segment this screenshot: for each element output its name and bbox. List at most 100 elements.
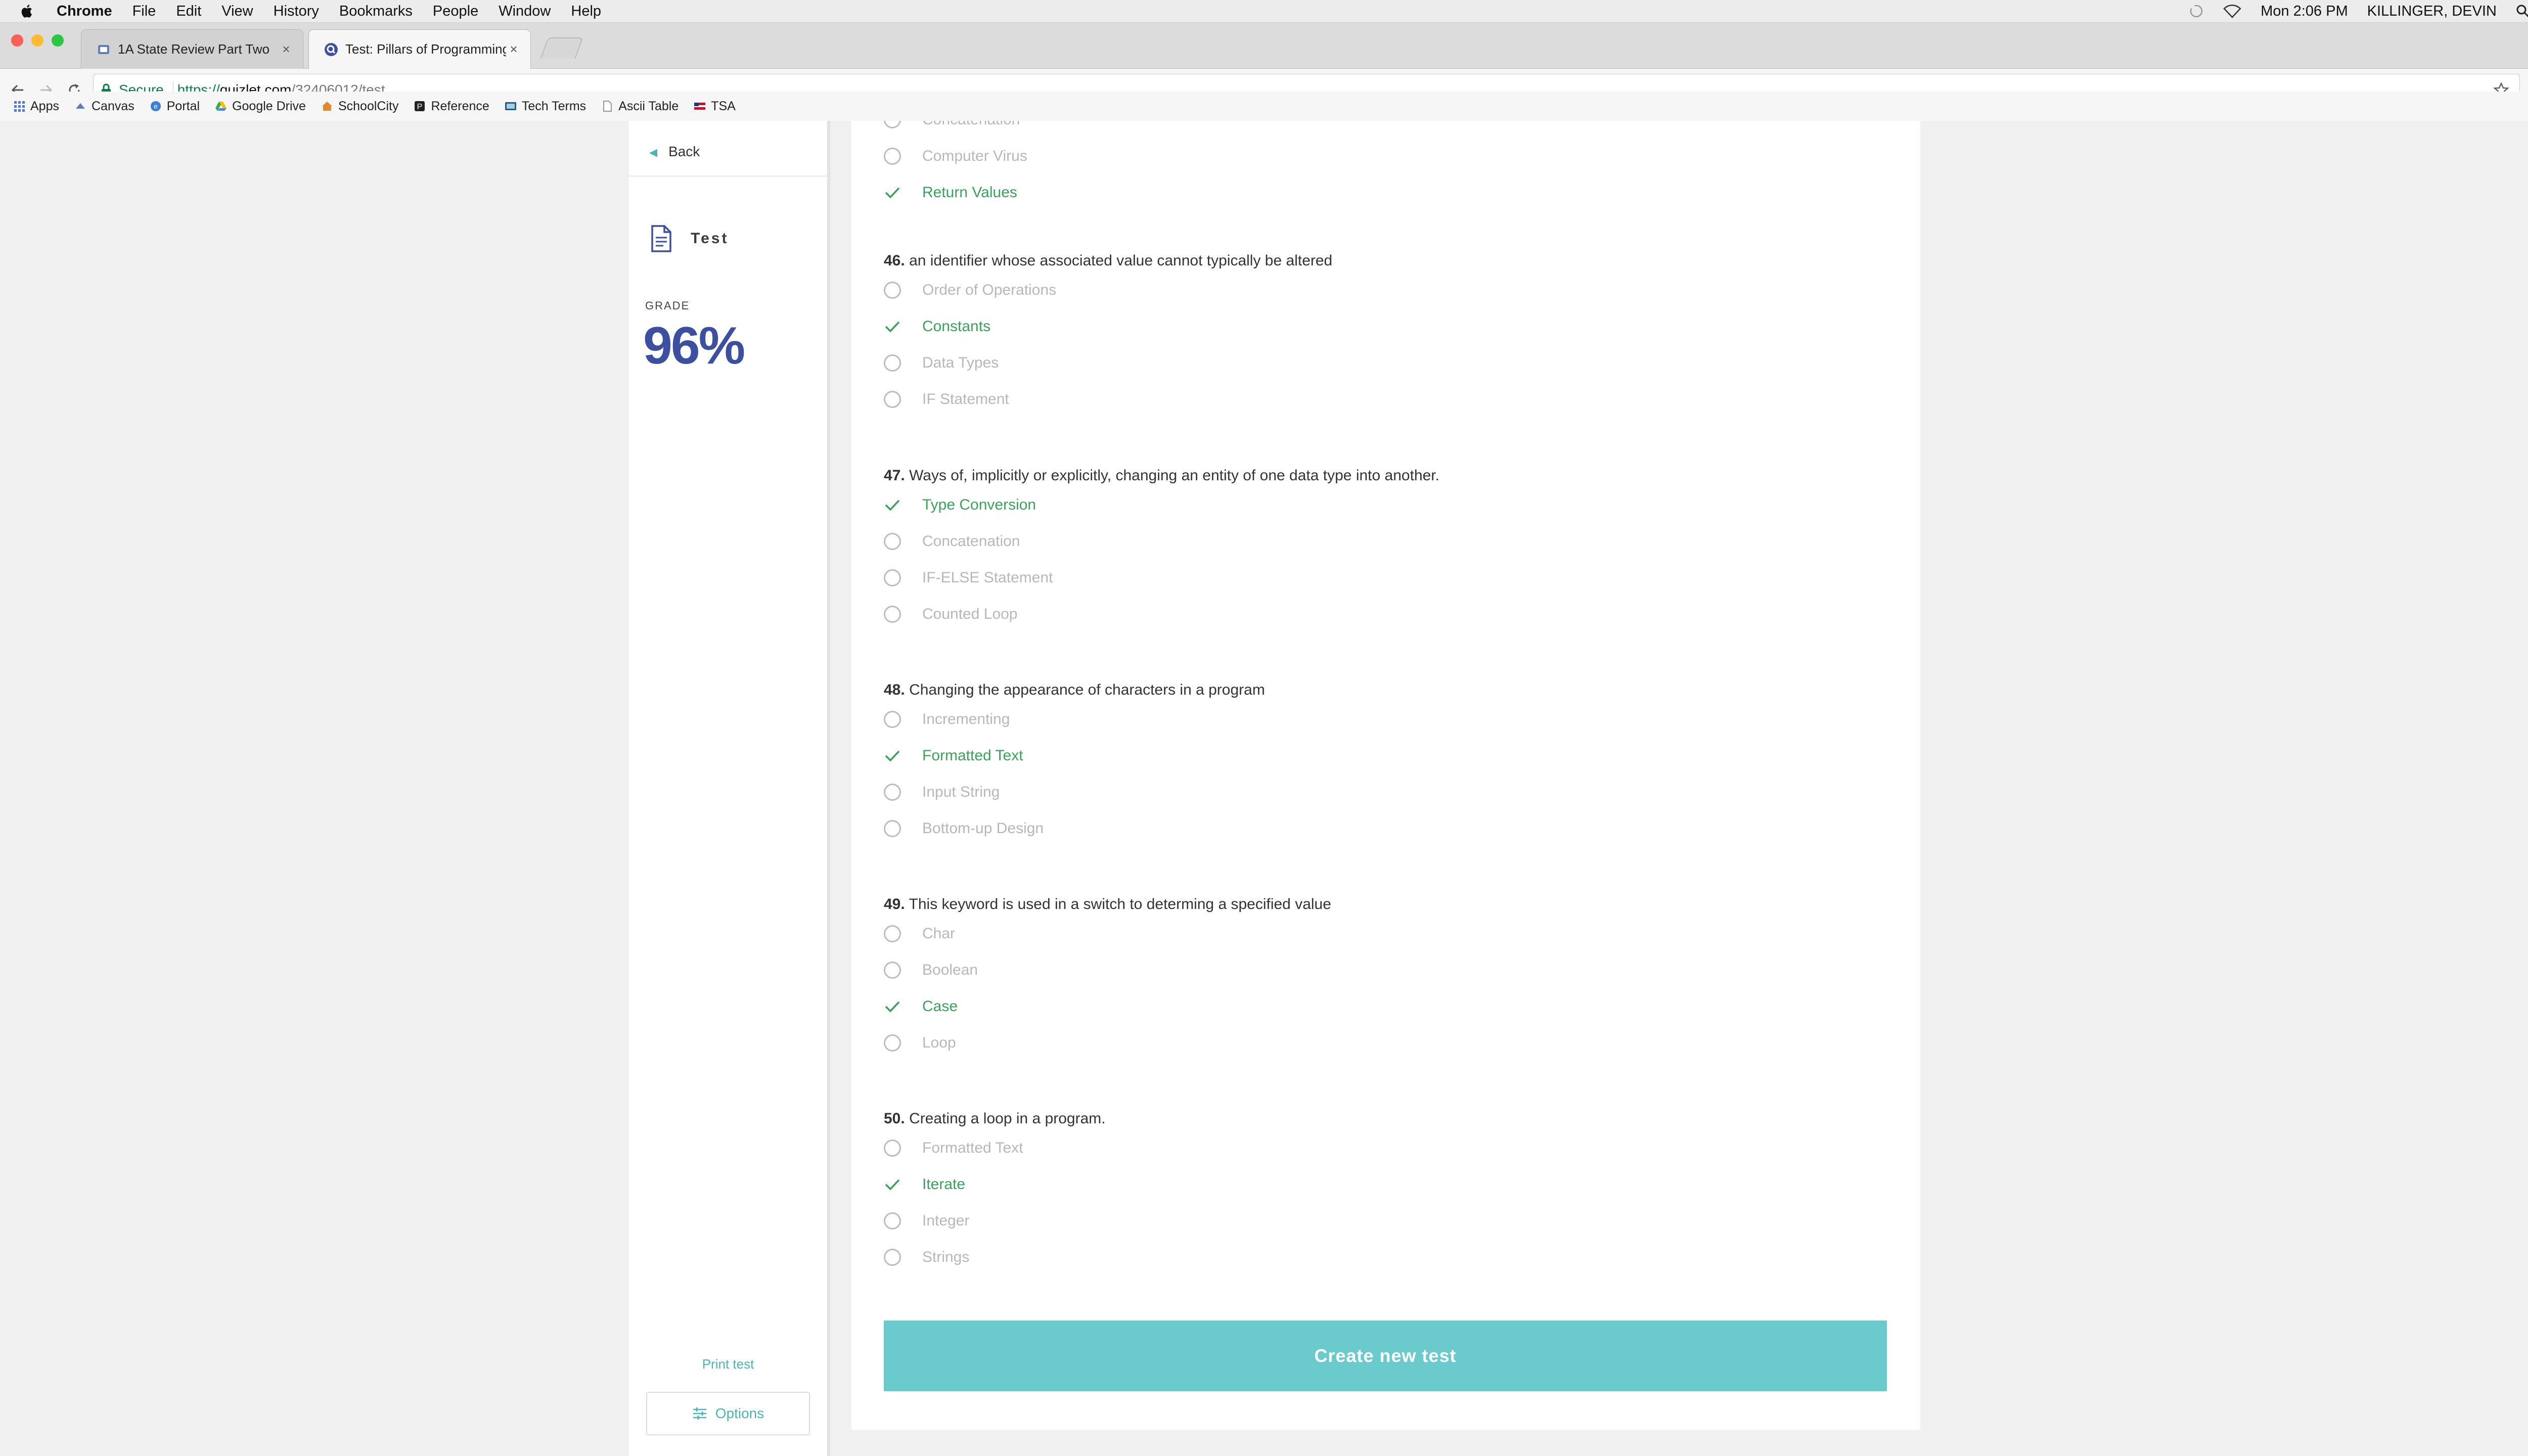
apple-icon[interactable]	[19, 4, 33, 19]
app-menu-chrome[interactable]: Chrome	[57, 3, 112, 20]
question-text: Ways of, implicitly or explicitly, chang…	[909, 467, 1439, 484]
print-test-link[interactable]: Print test	[629, 1356, 827, 1372]
question-number: 49.	[884, 896, 905, 913]
radio-circle-icon	[884, 148, 901, 165]
bookmark-tsa[interactable]: TSA	[694, 99, 736, 114]
bookmark-schoolcity[interactable]: SchoolCity	[321, 99, 399, 114]
answer-option: Concatenation	[884, 523, 1895, 560]
question-number: 46.	[884, 252, 905, 269]
status-area: Mon 2:06 PM KILLINGER, DEVIN	[2189, 0, 2528, 22]
menu-help[interactable]: Help	[571, 3, 601, 20]
answer-option-correct: Return Values	[884, 174, 1895, 211]
options-label: Options	[715, 1405, 764, 1421]
bookmark-reference[interactable]: P Reference	[414, 99, 489, 114]
question-text: Changing the appearance of characters in…	[909, 681, 1265, 698]
bookmark-canvas[interactable]: Canvas	[74, 99, 134, 114]
canvas-favicon-icon	[98, 44, 109, 54]
question-text: an identifier whose associated value can…	[909, 252, 1333, 269]
answer-text: Concatenation	[922, 533, 1020, 550]
tech-terms-icon	[505, 102, 516, 110]
options-button[interactable]: Options	[646, 1392, 810, 1435]
bookmark-ascii-table[interactable]: Ascii Table	[601, 99, 679, 114]
answer-option: Loop	[884, 1025, 1895, 1061]
sliders-icon	[693, 1407, 706, 1420]
question-48: 48. Changing the appearance of character…	[884, 679, 1895, 847]
menu-people[interactable]: People	[433, 3, 478, 20]
question-49: 49. This keyword is used in a switch to …	[884, 893, 1895, 1061]
menu-file[interactable]: File	[132, 3, 156, 20]
radio-circle-icon	[884, 282, 901, 299]
bookmark-label: Portal	[166, 99, 200, 113]
question-prompt: 48. Changing the appearance of character…	[884, 679, 1895, 701]
radio-circle-icon	[884, 354, 901, 372]
answer-text: Case	[922, 998, 958, 1015]
clock[interactable]: Mon 2:06 PM	[2261, 3, 2348, 20]
study-mode: Test	[650, 224, 729, 253]
window-zoom-button[interactable]	[52, 34, 64, 47]
tsa-icon	[694, 103, 706, 110]
answer-option-correct: Constants	[884, 308, 1895, 345]
menu-window[interactable]: Window	[499, 3, 551, 20]
answer-option: Strings	[884, 1239, 1895, 1276]
tab-title: Test: Pillars of Programming 2	[345, 41, 506, 57]
create-new-test-button[interactable]: Create new test	[884, 1321, 1887, 1391]
answer-text: Char	[922, 925, 956, 942]
quizlet-favicon-icon	[325, 42, 338, 56]
tab-state-review[interactable]: 1A State Review Part Two ×	[81, 29, 303, 69]
question-text: This keyword is used in a switch to dete…	[909, 896, 1331, 913]
answer-option: Order of Operations	[884, 272, 1895, 308]
schoolcity-icon	[322, 102, 332, 111]
tab-close-button[interactable]: ×	[506, 41, 521, 57]
window-minimize-button[interactable]	[31, 34, 43, 47]
answer-option: Bottom-up Design	[884, 810, 1895, 847]
bookmark-tech-terms[interactable]: Tech Terms	[505, 99, 586, 114]
bookmark-apps[interactable]: Apps	[13, 99, 59, 114]
window-close-button[interactable]	[11, 34, 23, 47]
bookmark-google-drive[interactable]: Google Drive	[215, 99, 306, 114]
radio-circle-icon	[884, 606, 901, 623]
answer-text: Iterate	[922, 1176, 966, 1193]
wifi-icon[interactable]	[2223, 4, 2242, 18]
menu-view[interactable]: View	[221, 3, 253, 20]
document-icon	[603, 101, 612, 112]
radio-circle-icon	[884, 1034, 901, 1052]
menu-bookmarks[interactable]: Bookmarks	[339, 3, 413, 20]
question-prompt: 46. an identifier whose associated value…	[884, 250, 1895, 272]
answer-text: IF-ELSE Statement	[922, 569, 1053, 586]
bookmark-label: Google Drive	[232, 99, 306, 113]
answer-option: Char	[884, 916, 1895, 952]
question-number: 50.	[884, 1110, 905, 1127]
user-name[interactable]: KILLINGER, DEVIN	[2367, 3, 2497, 20]
radio-circle-icon	[884, 1249, 901, 1266]
answer-text: Input String	[922, 784, 1000, 800]
test-sidebar: ◂ Back Test GRADE 96% Print test Options	[629, 121, 830, 1456]
sync-icon[interactable]	[2189, 4, 2204, 19]
answer-option: Counted Loop	[884, 596, 1895, 632]
answer-option: Incrementing	[884, 701, 1895, 738]
bookmark-portal[interactable]: e Portal	[150, 99, 200, 114]
tab-quizlet-test[interactable]: Test: Pillars of Programming 2 ×	[308, 29, 531, 69]
checkmark-icon	[884, 747, 901, 764]
checkmark-icon	[884, 496, 901, 514]
question-prompt: 47. Ways of, implicitly or explicitly, c…	[884, 465, 1895, 487]
radio-circle-icon	[884, 391, 901, 408]
back-link[interactable]: ◂ Back	[649, 142, 700, 161]
bookmark-label: SchoolCity	[338, 99, 399, 113]
checkmark-icon	[884, 1176, 901, 1193]
bookmark-label: Tech Terms	[521, 99, 586, 113]
menu-edit[interactable]: Edit	[176, 3, 201, 20]
mode-label: Test	[691, 230, 729, 247]
spotlight-search-icon[interactable]	[2516, 4, 2528, 18]
question-partial: Concatenation Computer Virus Return Valu…	[884, 121, 1895, 211]
question-47: 47. Ways of, implicitly or explicitly, c…	[884, 465, 1895, 632]
answer-option: IF Statement	[884, 381, 1895, 418]
chevron-left-icon: ◂	[649, 143, 658, 161]
answer-option: Boolean	[884, 952, 1895, 988]
bookmarks-bar: Apps Canvas e Portal Google Drive School…	[0, 92, 2528, 121]
answer-text: Data Types	[922, 354, 999, 371]
answer-text: Order of Operations	[922, 282, 1057, 298]
menu-history[interactable]: History	[274, 3, 319, 20]
radio-circle-icon	[884, 121, 901, 128]
answer-text: Computer Virus	[922, 148, 1027, 164]
tab-close-button[interactable]: ×	[279, 41, 294, 57]
